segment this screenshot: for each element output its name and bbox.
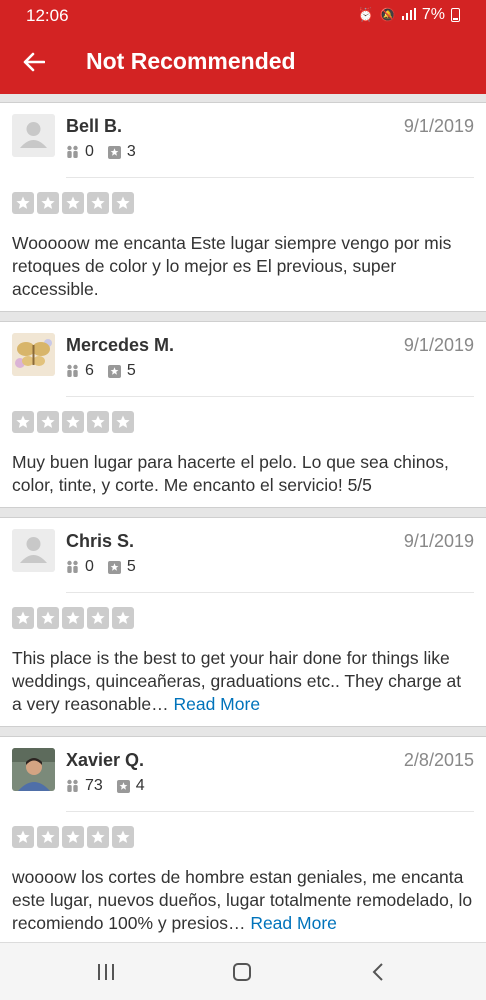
default-user-icon bbox=[12, 114, 55, 157]
rating-star-icon bbox=[37, 607, 59, 629]
recent-apps-button[interactable] bbox=[86, 952, 126, 992]
user-name[interactable]: Mercedes M. bbox=[66, 335, 174, 356]
rating-star-icon bbox=[87, 192, 109, 214]
friends-icon bbox=[67, 779, 78, 792]
friend-count: 0 bbox=[66, 558, 94, 576]
review-count-value: 5 bbox=[126, 362, 136, 379]
battery-percent: 7% bbox=[421, 6, 445, 23]
friends-icon bbox=[67, 145, 78, 158]
review-card[interactable]: Bell B. 9/1/2019 0 3 Wooooow me encanta … bbox=[0, 103, 486, 312]
star-badge-icon bbox=[116, 779, 130, 793]
review-text: Wooooow me encanta Este lugar siempre ve… bbox=[12, 233, 452, 299]
review-count: 4 bbox=[116, 777, 145, 795]
review-card[interactable]: Mercedes M. 9/1/2019 6 5 Muy buen lugar … bbox=[0, 322, 486, 508]
page-title: Not Recommended bbox=[86, 48, 296, 74]
user-name[interactable]: Chris S. bbox=[66, 531, 134, 552]
rating-star-icon bbox=[62, 192, 84, 214]
review-date: 9/1/2019 bbox=[403, 335, 474, 355]
review-date: 9/1/2019 bbox=[403, 531, 474, 551]
review-date: 9/1/2019 bbox=[403, 116, 474, 136]
star-rating bbox=[12, 397, 474, 443]
friend-count-value: 0 bbox=[85, 558, 94, 575]
butterfly-avatar-image bbox=[12, 333, 55, 376]
status-bar: 12:06 ⏰ 🔕 7% bbox=[0, 0, 486, 30]
review-text: Muy buen lugar para hacerte el pelo. Lo … bbox=[12, 452, 449, 495]
silent-icon: 🔕 bbox=[379, 7, 396, 22]
home-icon bbox=[233, 963, 251, 981]
status-icons: ⏰ 🔕 7% bbox=[357, 6, 460, 24]
arrow-left-icon bbox=[23, 52, 45, 72]
user-name[interactable]: Xavier Q. bbox=[66, 750, 144, 771]
rating-star-icon bbox=[112, 411, 134, 433]
star-rating bbox=[12, 178, 474, 224]
review-count: 5 bbox=[107, 362, 136, 380]
star-rating bbox=[12, 593, 474, 639]
friend-count: 6 bbox=[66, 362, 94, 380]
rating-star-icon bbox=[37, 192, 59, 214]
review-list[interactable]: Bell B. 9/1/2019 0 3 Wooooow me encanta … bbox=[0, 94, 486, 942]
review-date: 2/8/2015 bbox=[403, 750, 474, 770]
user-stats: 6 5 bbox=[66, 362, 150, 380]
rating-star-icon bbox=[112, 607, 134, 629]
recent-apps-icon bbox=[98, 964, 114, 980]
avatar[interactable] bbox=[12, 529, 55, 572]
avatar[interactable] bbox=[12, 333, 55, 376]
reviews-container: Bell B. 9/1/2019 0 3 Wooooow me encanta … bbox=[0, 103, 486, 942]
star-badge-icon bbox=[107, 145, 121, 159]
back-chevron-icon bbox=[372, 963, 383, 981]
friend-count: 73 bbox=[66, 777, 103, 795]
review-count-value: 4 bbox=[135, 777, 145, 794]
review-text: This place is the best to get your hair … bbox=[12, 648, 462, 714]
battery-icon bbox=[451, 8, 460, 22]
rating-star-icon bbox=[87, 411, 109, 433]
friends-icon bbox=[67, 364, 78, 377]
friend-count-value: 73 bbox=[85, 777, 103, 794]
rating-star-icon bbox=[112, 826, 134, 848]
rating-star-icon bbox=[62, 826, 84, 848]
system-nav-bar bbox=[0, 942, 486, 1000]
user-stats: 73 4 bbox=[66, 777, 159, 795]
star-rating bbox=[12, 812, 474, 858]
rating-star-icon bbox=[87, 607, 109, 629]
friend-count: 0 bbox=[66, 143, 94, 161]
user-photo-avatar-image bbox=[12, 748, 55, 791]
rating-star-icon bbox=[12, 607, 34, 629]
signal-icon bbox=[401, 7, 416, 23]
rating-star-icon bbox=[12, 411, 34, 433]
review-count-value: 3 bbox=[126, 143, 136, 160]
review-count: 3 bbox=[107, 143, 136, 161]
rating-star-icon bbox=[112, 192, 134, 214]
avatar[interactable] bbox=[12, 114, 55, 157]
review-text: woooow los cortes de hombre estan genial… bbox=[12, 867, 473, 933]
friend-count-value: 0 bbox=[85, 143, 94, 160]
user-name[interactable]: Bell B. bbox=[66, 116, 122, 137]
user-stats: 0 5 bbox=[66, 558, 150, 576]
default-user-icon bbox=[12, 529, 55, 572]
friend-count-value: 6 bbox=[85, 362, 94, 379]
user-stats: 0 3 bbox=[66, 143, 150, 161]
rating-star-icon bbox=[62, 607, 84, 629]
friends-icon bbox=[67, 560, 78, 573]
rating-star-icon bbox=[12, 192, 34, 214]
back-button[interactable] bbox=[12, 40, 56, 84]
rating-star-icon bbox=[87, 826, 109, 848]
review-count-value: 5 bbox=[126, 558, 136, 575]
app-bar: Not Recommended bbox=[0, 30, 486, 94]
read-more-link[interactable]: Read More bbox=[250, 913, 337, 933]
review-card[interactable]: Chris S. 9/1/2019 0 5 This place is the … bbox=[0, 518, 486, 727]
review-card[interactable]: Xavier Q. 2/8/2015 73 4 woooow los corte… bbox=[0, 737, 486, 942]
rating-star-icon bbox=[12, 826, 34, 848]
star-badge-icon bbox=[107, 560, 121, 574]
read-more-link[interactable]: Read More bbox=[173, 694, 260, 714]
rating-star-icon bbox=[37, 826, 59, 848]
avatar[interactable] bbox=[12, 748, 55, 791]
rating-star-icon bbox=[62, 411, 84, 433]
alarm-icon: ⏰ bbox=[357, 7, 374, 22]
status-time: 12:06 bbox=[26, 6, 69, 25]
review-count: 5 bbox=[107, 558, 136, 576]
star-badge-icon bbox=[107, 364, 121, 378]
rating-star-icon bbox=[37, 411, 59, 433]
back-nav-button[interactable] bbox=[358, 952, 398, 992]
home-button[interactable] bbox=[222, 952, 262, 992]
